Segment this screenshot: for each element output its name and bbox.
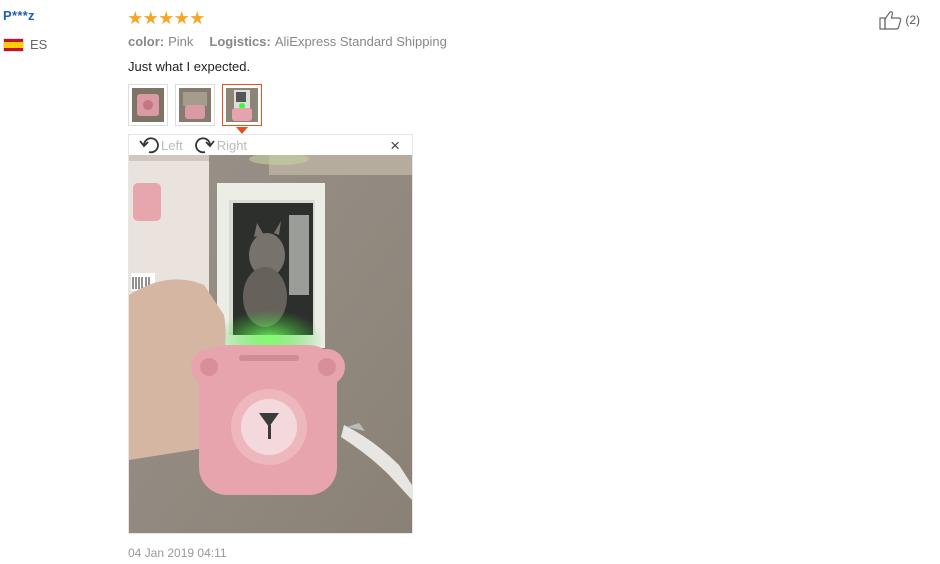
attr-color-value: Pink <box>168 34 194 49</box>
thumbs-up-icon <box>879 11 902 30</box>
review-body: color: Pink Logistics: AliExpress Standard… <box>128 8 828 560</box>
spain-flag-icon <box>3 37 24 52</box>
rotate-right-button[interactable]: Right <box>194 136 248 154</box>
review-date: 04 Jan 2019 04:11 <box>128 546 227 560</box>
thumbnail-image <box>179 88 211 122</box>
star-icon <box>128 11 143 25</box>
reviewer-country: ES <box>3 37 113 52</box>
rotate-left-label: Left <box>161 137 183 153</box>
reviewer-info: P***z ES <box>3 8 113 52</box>
country-code: ES <box>30 37 48 52</box>
helpful-count: (2) <box>905 13 920 27</box>
viewer-toolbar: Left Right × <box>129 135 412 155</box>
reviewer-name: P***z <box>3 8 35 23</box>
attr-logistics-label: Logistics: <box>209 34 271 49</box>
thumbnail-image <box>132 88 164 122</box>
photo-viewer: Left Right × <box>128 134 413 534</box>
photo-thumbnail-active[interactable] <box>222 84 262 134</box>
review-attributes: color: Pink Logistics: AliExpress Standard… <box>128 34 828 49</box>
attr-color: color: Pink <box>128 34 193 49</box>
star-rating <box>128 8 828 26</box>
star-icon <box>159 11 174 25</box>
review-text: Just what I expected. <box>128 59 251 74</box>
star-icon <box>190 11 205 25</box>
rotate-right-icon <box>194 137 215 154</box>
rotate-left-icon <box>139 137 159 154</box>
photo-thumbnail[interactable] <box>128 84 168 126</box>
photo-thumbnails <box>128 84 828 134</box>
star-icon <box>174 11 189 25</box>
thumbnail-image <box>226 88 258 122</box>
close-icon[interactable]: × <box>390 136 400 156</box>
photo-thumbnail[interactable] <box>175 84 215 126</box>
attr-logistics: Logistics: AliExpress Standard Shipping <box>209 34 446 49</box>
rotate-right-label: Right <box>216 137 248 153</box>
attr-color-label: color: <box>128 34 165 49</box>
rotate-left-button[interactable]: Left <box>139 136 183 154</box>
star-icon <box>143 11 158 25</box>
review-photo[interactable] <box>129 155 412 533</box>
attr-logistics-value: AliExpress Standard Shipping <box>274 34 447 49</box>
helpful-button[interactable]: (2) <box>879 10 920 30</box>
